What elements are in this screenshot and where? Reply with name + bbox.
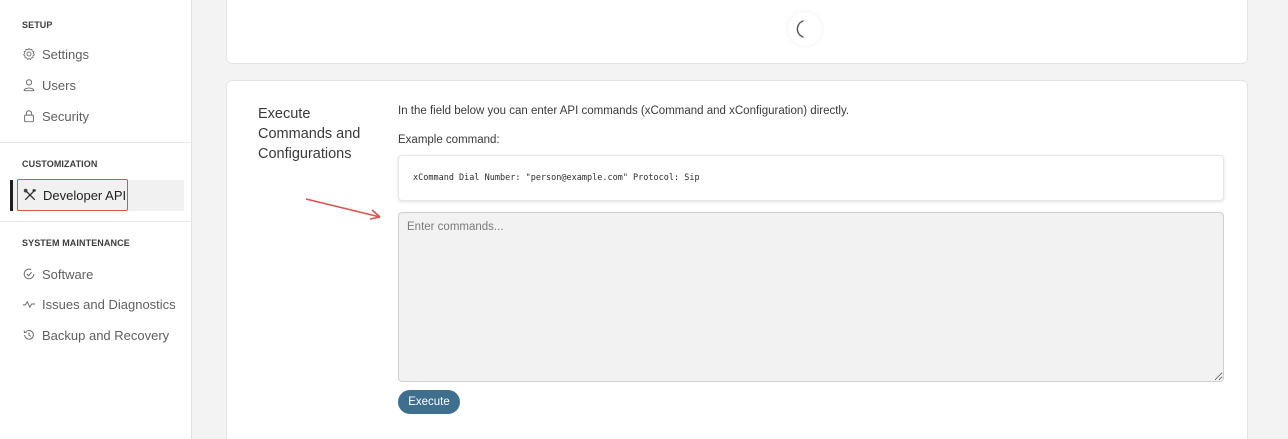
execute-button[interactable]: Execute: [398, 390, 460, 414]
sidebar-item-label: Security: [42, 108, 89, 124]
sidebar-item-backup-and-recovery[interactable]: Backup and Recovery: [22, 324, 169, 346]
example-command-label: Example command:: [398, 134, 500, 146]
divider: [0, 142, 191, 143]
sidebar-item-label: Software: [42, 266, 94, 282]
spinner-icon: [796, 20, 804, 38]
sidebar: SETUP Settings Users Security CUSTOMIZAT…: [0, 0, 192, 439]
section-title-customization: CUSTOMIZATION: [22, 159, 98, 169]
sidebar-item-label: Issues and Diagnostics: [42, 296, 176, 312]
gear-icon: [22, 47, 36, 61]
active-indicator: [10, 180, 13, 211]
history-icon: [23, 329, 34, 340]
annotation-arrow-icon: [305, 198, 381, 220]
sidebar-item-users[interactable]: Users: [22, 74, 76, 96]
sidebar-item-label: Users: [42, 77, 76, 93]
page: SETUP Settings Users Security CUSTOMIZAT…: [0, 0, 1288, 439]
intro-text: In the field below you can enter API com…: [398, 105, 850, 117]
pulse-icon: [22, 300, 36, 309]
section-title-system-maintenance: SYSTEM MAINTENANCE: [22, 238, 130, 248]
sidebar-item-issues-and-diagnostics[interactable]: Issues and Diagnostics: [22, 293, 176, 315]
user-icon: [23, 79, 35, 92]
example-command-code: xCommand Dial Number: "person@example.co…: [413, 173, 700, 183]
divider: [0, 221, 191, 222]
sidebar-item-security[interactable]: Security: [22, 105, 89, 127]
annotation-highlight-box: [17, 179, 128, 211]
sidebar-item-label: Backup and Recovery: [42, 327, 170, 343]
loading-spinner: [788, 12, 822, 46]
commands-input[interactable]: [398, 212, 1224, 382]
example-command-box: xCommand Dial Number: "person@example.co…: [398, 155, 1224, 201]
section-title-setup: SETUP: [22, 20, 53, 30]
section-heading: Execute Commands and Configurations: [258, 106, 361, 162]
top-card: [226, 0, 1248, 64]
lock-icon: [24, 110, 34, 123]
sidebar-item-label: Settings: [42, 46, 89, 62]
sidebar-item-settings[interactable]: Settings: [22, 43, 89, 65]
sidebar-item-software[interactable]: Software: [22, 263, 93, 285]
software-icon: [23, 268, 35, 280]
